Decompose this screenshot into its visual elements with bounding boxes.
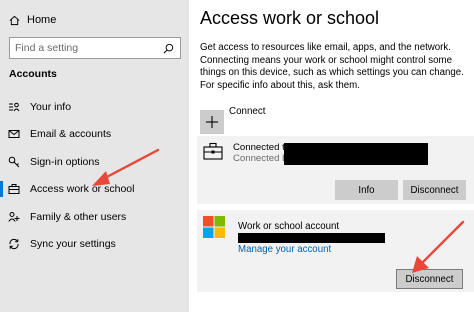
sidebar-item-sync-settings[interactable]: Sync your settings [0, 234, 189, 254]
accounts-section-label: Accounts [9, 68, 57, 80]
page-description: Get access to resources like email, apps… [200, 42, 464, 91]
page-title: Access work or school [200, 8, 380, 28]
sidebar-item-label: Your info [30, 101, 72, 113]
home-icon [9, 15, 20, 25]
disconnect-button[interactable]: Disconnect [403, 180, 466, 200]
sidebar-item-access-work-or-school[interactable]: Access work or school [0, 179, 189, 199]
search-placeholder: Find a setting [15, 42, 79, 54]
briefcase-icon [203, 142, 223, 160]
person-icon [9, 102, 20, 112]
manage-account-link[interactable]: Manage your account [238, 244, 331, 255]
connect-button[interactable]: Connect [200, 106, 266, 134]
account-card[interactable]: Work or school account Manage your accou… [197, 210, 474, 292]
sidebar-item-label: Family & other users [30, 211, 127, 223]
microsoft-logo-icon [203, 216, 225, 238]
active-indicator [0, 181, 3, 197]
sidebar-item-label: Sync your settings [30, 238, 116, 250]
main-panel: Access work or school Get access to reso… [189, 0, 474, 312]
home-label: Home [27, 14, 57, 26]
sidebar-item-label: Sign-in options [30, 156, 100, 168]
sync-icon [9, 238, 19, 250]
settings-sidebar: Home Find a setting Accounts Your info E… [0, 0, 189, 312]
redaction-bar [284, 143, 428, 165]
sidebar-item-your-info[interactable]: Your info [0, 97, 189, 117]
search-input[interactable]: Find a setting [9, 37, 181, 59]
connect-label: Connect [229, 106, 266, 117]
connection-card[interactable]: Connected to Connected by Info Disconnec… [197, 136, 474, 204]
sidebar-item-email-accounts[interactable]: Email & accounts [0, 124, 189, 144]
sidebar-item-sign-in-options[interactable]: Sign-in options [0, 152, 189, 172]
mail-icon [8, 130, 20, 138]
briefcase-icon [8, 184, 20, 194]
info-button[interactable]: Info [335, 180, 398, 200]
work-account-label: Work or school account [238, 221, 340, 232]
family-icon [8, 212, 20, 222]
account-disconnect-button[interactable]: Disconnect [396, 269, 463, 289]
key-icon [8, 156, 20, 168]
home-nav[interactable]: Home [9, 11, 56, 29]
sidebar-item-label: Email & accounts [30, 128, 112, 140]
redaction-bar [238, 233, 385, 243]
search-icon [163, 43, 174, 53]
plus-icon [200, 110, 224, 134]
sidebar-item-label: Access work or school [30, 183, 135, 195]
sidebar-item-family-other-users[interactable]: Family & other users [0, 207, 189, 227]
